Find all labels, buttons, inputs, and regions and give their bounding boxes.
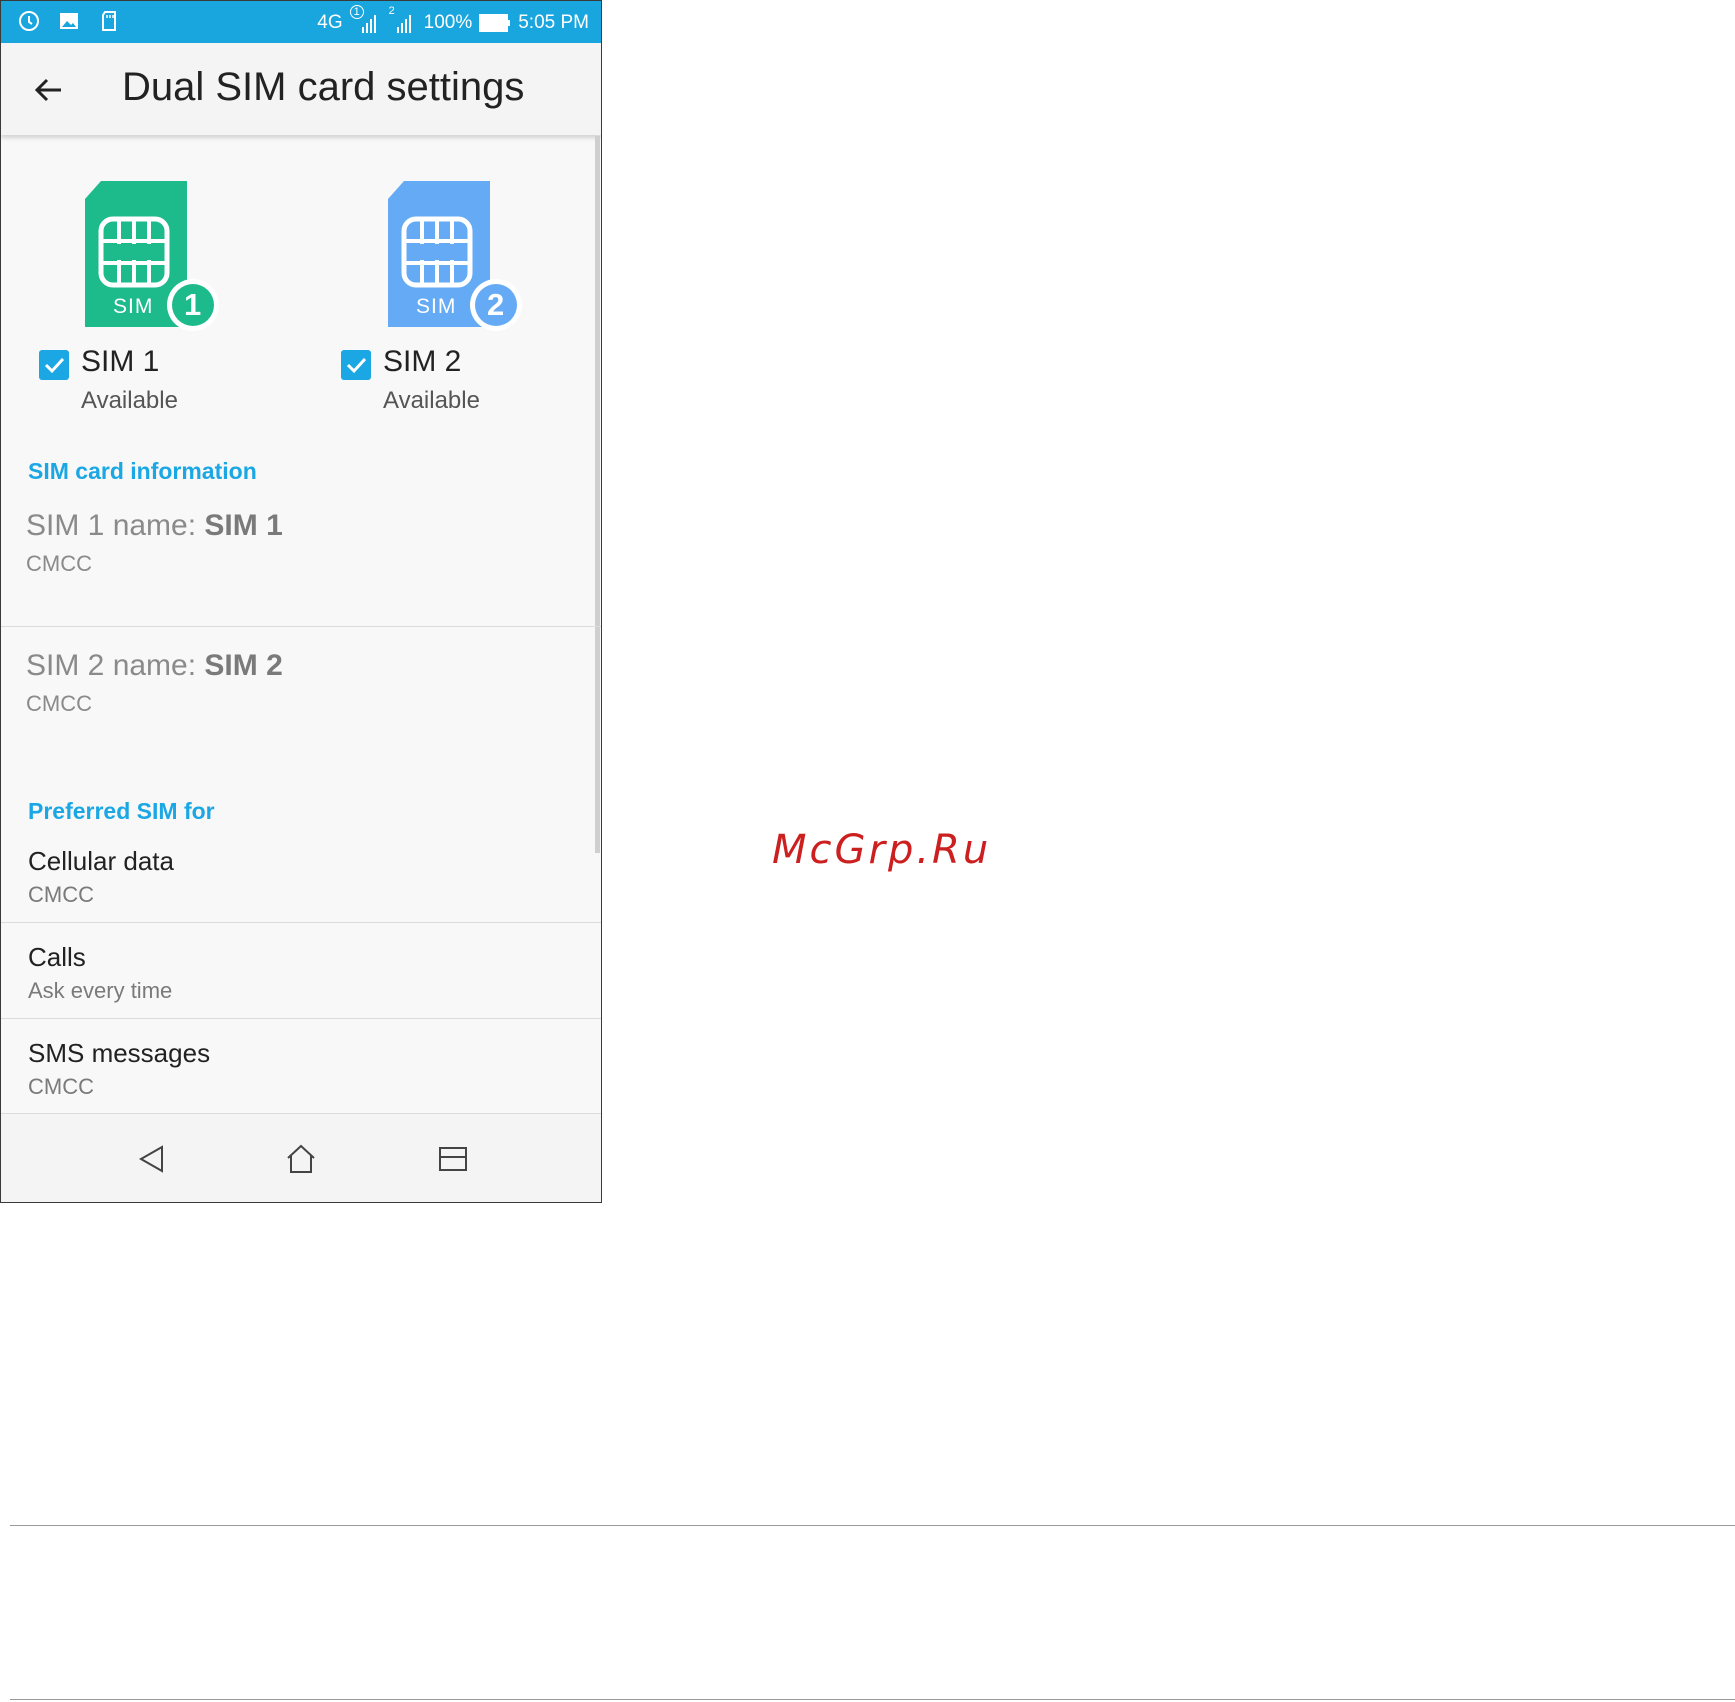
sim1-name-value: SIM 1 <box>204 509 283 542</box>
sim1-carrier: CMCC <box>26 551 92 576</box>
sim2-checkbox[interactable] <box>341 350 371 380</box>
sd-card-icon <box>102 11 116 31</box>
nav-home-icon[interactable] <box>286 1144 316 1174</box>
sim2-card-icon[interactable]: SIM 2 <box>384 181 544 341</box>
nav-recents-icon[interactable] <box>438 1144 468 1174</box>
network-type: 4G <box>317 12 343 33</box>
nav-back-icon[interactable] <box>137 1144 167 1174</box>
sim2-title: SIM 2 <box>383 345 462 378</box>
battery-icon <box>479 14 511 32</box>
preferred-sim-header: Preferred SIM for <box>28 798 215 824</box>
sim2-carrier: CMCC <box>26 691 92 716</box>
sim1-status: Available <box>81 387 178 414</box>
watermark: McGrp.Ru <box>772 827 992 873</box>
sim2-name-label: SIM 2 name: <box>26 649 205 682</box>
sim2-status: Available <box>383 387 480 414</box>
divider <box>1 922 601 923</box>
page-title: Dual SIM card settings <box>122 65 525 109</box>
phone-screen: 4G 1 2 100% 5:05 PM Dual SIM card settin… <box>0 0 602 1203</box>
page-rule-top <box>10 1525 1735 1526</box>
battery-percent: 100% <box>423 12 473 33</box>
sim1-card-label: SIM <box>113 295 154 318</box>
sim2-signal-icon: 2 <box>387 5 417 35</box>
sim2-name-value: SIM 2 <box>204 649 283 682</box>
clock: 5:05 PM <box>518 12 589 33</box>
pref-calls-title: Calls <box>28 942 86 972</box>
sim1-signal-icon: 1 <box>349 5 380 35</box>
divider <box>1 1018 601 1019</box>
gallery-icon <box>60 13 78 29</box>
page-rule-bottom <box>10 1699 1735 1700</box>
sim1-name-label: SIM 1 name: <box>26 509 205 542</box>
divider <box>1 626 601 627</box>
sim1-badge-number: 1 <box>184 287 202 322</box>
sim2-card-label: SIM <box>416 295 457 318</box>
back-arrow-icon[interactable] <box>31 72 67 108</box>
sim1-card-icon[interactable]: SIM 1 <box>81 181 241 341</box>
sync-icon <box>19 11 39 31</box>
scroll-indicator <box>595 136 600 853</box>
pref-sms-value: CMCC <box>28 1074 94 1099</box>
pref-cellular-data-title: Cellular data <box>28 846 174 876</box>
pref-calls-value: Ask every time <box>28 978 173 1003</box>
app-bar: Dual SIM card settings <box>1 43 601 135</box>
sim-info-header: SIM card information <box>28 458 257 484</box>
sim1-title: SIM 1 <box>81 345 160 378</box>
pref-cellular-data-value: CMCC <box>28 882 94 907</box>
sim1-checkbox[interactable] <box>39 350 69 380</box>
navigation-bar <box>1 1114 601 1202</box>
pref-sms-title: SMS messages <box>28 1038 211 1068</box>
sim2-badge-number: 2 <box>487 287 505 322</box>
status-bar: 4G 1 2 100% 5:05 PM <box>1 1 601 43</box>
